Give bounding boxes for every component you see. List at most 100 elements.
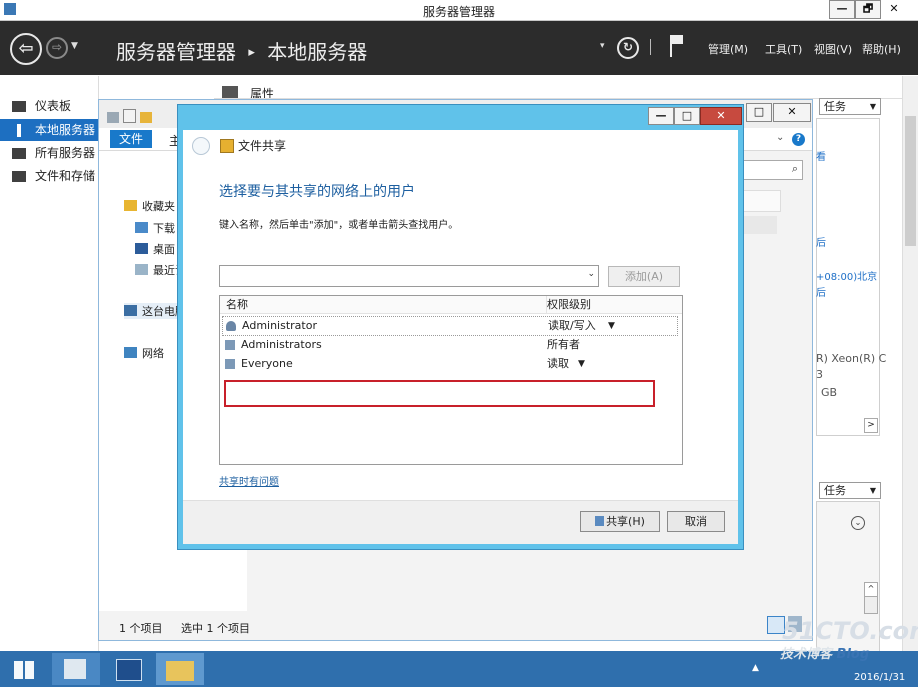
help-icon[interactable]: ? [792,133,805,146]
explorer-close-button[interactable]: ✕ [773,103,811,122]
sidebar-item-label: 本地服务器 [35,123,96,137]
details-field-2 [739,216,777,234]
back-arrow-icon[interactable]: ⇦ [10,33,42,65]
close-button[interactable]: ✕ [881,0,907,19]
dialog-instruction: 键入名称，然后单击"添加"，或者单击箭头查找用户。 [219,220,459,231]
cancel-button[interactable]: 取消 [667,511,725,532]
user-name-combobox[interactable]: ⌄ [219,265,599,287]
breadcrumb-root[interactable]: 服务器管理器 [116,40,236,64]
taskbar-file-explorer[interactable] [156,653,204,685]
storage-icon [12,171,26,182]
add-button[interactable]: 添加(A) [608,266,680,287]
list-row-everyone[interactable]: Everyone 读取 ▼ [222,355,678,373]
user-name: Administrator [242,319,317,332]
back-arrow-icon[interactable] [192,137,210,155]
refresh-icon[interactable]: ↻ [617,37,639,59]
taskbar-server-manager[interactable] [52,653,100,685]
menu-help[interactable]: 帮助(H) [862,41,901,57]
right-value-6: 3 [816,368,823,381]
tree-network[interactable]: 网络 [124,345,164,361]
expand-chevron-icon[interactable]: ⌄ [851,516,865,530]
right-value-7: GB [821,386,838,399]
dialog-heading: 选择要与其共享的网络上的用户 [219,184,415,200]
dot-dropdown-icon[interactable]: ▾ [600,41,605,51]
flag-icon-cloth [672,35,683,44]
scroll-up-button[interactable]: ^ [864,582,878,597]
menu-view[interactable]: 视图(V) [814,41,852,57]
permission-level: 所有者 [547,338,580,351]
shield-icon [595,516,605,526]
sidebar-item-label: 所有服务器 [35,146,96,160]
explorer-restore-button[interactable]: □ [746,103,772,122]
details-field [739,190,781,212]
dialog-maximize-button[interactable]: □ [674,107,700,125]
tray-date: 2016/1/31 [854,672,906,683]
menu-manage[interactable]: 管理(M) [708,41,748,57]
sidebar-item-file-storage[interactable]: 文件和存储 [0,165,98,187]
star-icon [124,200,137,211]
permission-dropdown-icon[interactable]: ▼ [608,317,615,335]
taskbar-powershell[interactable] [104,653,152,685]
vertical-scrollbar[interactable] [902,76,918,651]
list-row-administrator[interactable]: Administrator 读取/写入 ▼ [222,316,678,336]
dialog-client-area: 文件共享 选择要与其共享的网络上的用户 键入名称，然后单击"添加"，或者单击箭头… [183,130,738,500]
sidebar-item-all-servers[interactable]: 所有服务器 [0,142,98,164]
permission-level[interactable]: 读取/写入 [548,317,596,335]
ribbon-expand-icon[interactable]: ⌄ [776,132,784,143]
window-title: 服务器管理器 [422,5,495,19]
right-value-4[interactable]: 后 [816,284,826,299]
list-row-administrators[interactable]: Administrators 所有者 [222,336,678,354]
dialog-body: 文件共享 选择要与其共享的网络上的用户 键入名称，然后单击"添加"，或者单击箭头… [183,130,738,544]
tasks-dropdown[interactable]: 任务 ▼ [819,98,881,115]
dialog-close-button[interactable]: ✕ [700,107,742,125]
chevron-down-icon[interactable]: ⌄ [587,269,595,279]
tab-file[interactable]: 文件 [110,130,152,148]
downloads-icon [135,222,148,233]
restore-button[interactable]: 🗗 [855,0,881,19]
search-box[interactable]: ⌕ [739,160,803,180]
scroll-thumb-small[interactable] [864,596,878,614]
sharing-problem-link[interactable]: 共享时有问题 [219,473,279,488]
column-header-name[interactable]: 名称 [220,296,547,314]
menu-tools[interactable]: 工具(T) [765,41,802,57]
right-value-1[interactable]: 看 [816,148,826,163]
dialog-title: 文件共享 [238,139,287,153]
computer-icon [124,305,137,316]
group-icon [225,340,235,350]
permission-level[interactable]: 读取 [547,355,569,373]
breadcrumb-current: 本地服务器 [267,40,368,64]
app-icon [4,3,16,15]
right-value-2[interactable]: 后 [816,234,826,249]
right-value-3[interactable]: +08:00)北京 [816,268,877,283]
forward-arrow-icon[interactable]: ⇨ [46,37,68,59]
server-manager-header: ⇦ ⇨ ▼ 服务器管理器 ▸ 本地服务器 ▾ ↻ 管理(M) 工具(T) 视图(… [0,21,918,75]
status-item-count: 1 个项目 [119,622,163,635]
column-header-permission[interactable]: 权限级别 [547,296,682,314]
tree-desktop[interactable]: 桌面 [135,241,175,257]
breadcrumb-separator: ▸ [248,45,255,60]
sidebar-item-local-server[interactable]: 本地服务器 [0,119,98,141]
powershell-icon [116,659,142,681]
start-button[interactable] [0,653,48,685]
history-dropdown-icon[interactable]: ▼ [71,41,78,51]
tasks-dropdown-2[interactable]: 任务 ▼ [819,482,881,499]
permission-dropdown-icon[interactable]: ▼ [578,355,585,373]
share-button[interactable]: 共享(H) [580,511,660,532]
tray-arrow-icon[interactable]: ▲ [752,663,759,673]
watermark-51cto: 51CTO.com [782,617,918,645]
scroll-right-button[interactable]: > [864,418,878,433]
tree-favorites[interactable]: 收藏夹 [124,198,175,214]
dialog-minimize-button[interactable]: — [648,107,674,125]
dialog-footer: 共享(H) 取消 [183,500,738,544]
sidebar: 仪表板 本地服务器 所有服务器 文件和存储 [0,76,99,651]
quick-access-icons [107,109,167,123]
scrollbar-thumb[interactable] [905,116,916,246]
tree-downloads[interactable]: 下载 [135,220,175,236]
user-name: Administrators [241,338,322,351]
sidebar-item-dashboard[interactable]: 仪表板 [0,95,98,117]
server-icon [17,124,21,137]
group-icon [225,359,235,369]
network-icon [124,347,137,358]
windows-logo-icon [14,661,34,679]
minimize-button[interactable]: — [829,0,855,19]
